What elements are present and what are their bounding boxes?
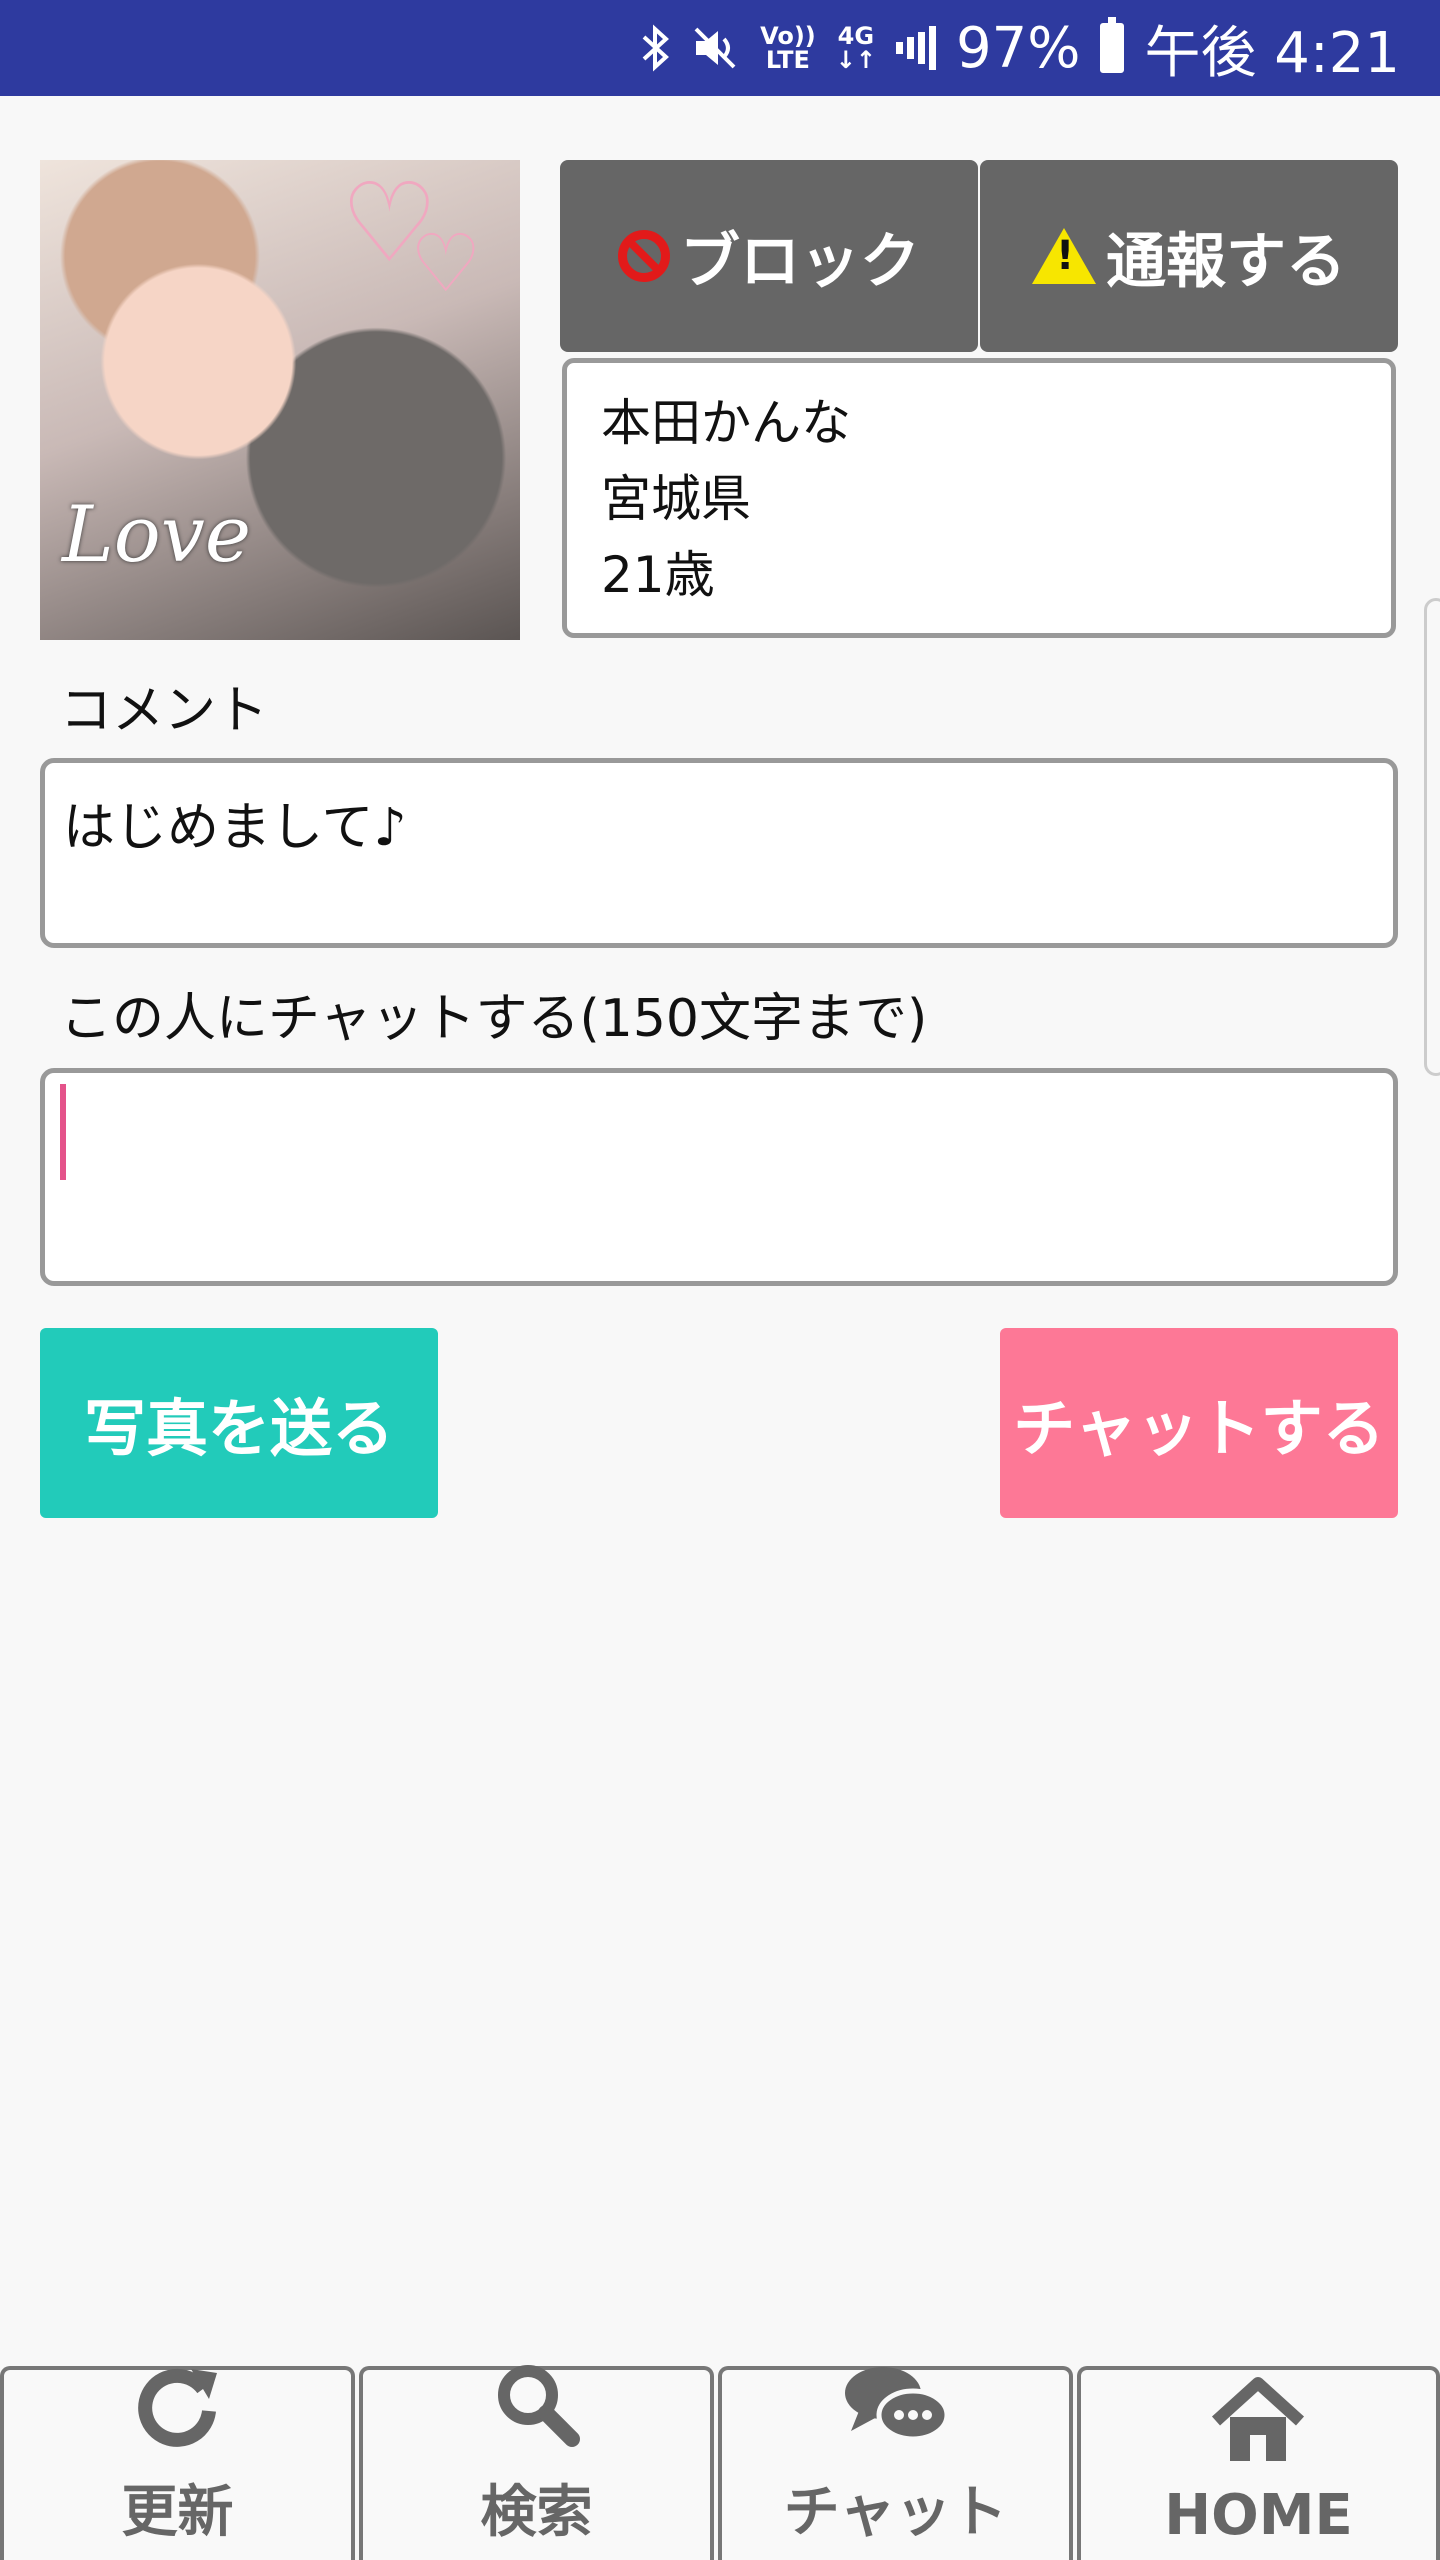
- scrollbar[interactable]: [1424, 598, 1440, 1076]
- home-icon: [1208, 2375, 1308, 2479]
- send-chat-button[interactable]: チャットする: [1000, 1328, 1398, 1518]
- tab-chat[interactable]: チャット: [718, 2366, 1073, 2560]
- heart-decoration-icon: ♡: [410, 217, 482, 310]
- text-caret: [60, 1084, 66, 1180]
- warning-icon: [1032, 228, 1096, 284]
- network-indicator: 4G ↓↑: [835, 22, 876, 74]
- send-photo-button[interactable]: 写真を送る: [40, 1328, 438, 1518]
- comment-text: はじめまして♪: [40, 758, 1398, 948]
- bottom-tab-bar: 更新 検索 チャット HOME: [0, 2365, 1440, 2560]
- mute-icon: [690, 23, 740, 73]
- chat-message-input[interactable]: [40, 1068, 1398, 1286]
- profile-prefecture: 宮城県: [601, 470, 751, 528]
- chat-bubbles-icon: [841, 2359, 951, 2463]
- tab-home-label: HOME: [1164, 2483, 1353, 2548]
- profile-age: 21歳: [601, 546, 715, 604]
- tab-home[interactable]: HOME: [1077, 2366, 1440, 2560]
- tab-search[interactable]: 検索: [359, 2365, 714, 2560]
- profile-name: 本田かんな: [601, 394, 851, 452]
- search-icon: [492, 2359, 582, 2463]
- tab-search-label: 検索: [480, 2480, 593, 2545]
- profile-photo[interactable]: ♡ ♡ Love: [40, 160, 520, 640]
- block-button[interactable]: ブロック: [560, 160, 978, 352]
- profile-info-box: 本田かんな 宮城県 21歳: [562, 358, 1396, 638]
- signal-icon: [895, 26, 936, 70]
- report-button[interactable]: 通報する: [980, 160, 1398, 352]
- tab-chat-label: チャット: [783, 2480, 1008, 2545]
- prohibited-icon: [618, 230, 670, 282]
- status-bar: Vo)) LTE 4G ↓↑ 97% 午後 4:21: [0, 0, 1440, 96]
- refresh-icon: [133, 2359, 223, 2463]
- battery-percent: 97%: [955, 15, 1081, 81]
- report-button-label: 通報する: [1106, 226, 1346, 297]
- clock: 午後 4:21: [1144, 20, 1400, 86]
- tab-refresh-label: 更新: [121, 2480, 234, 2545]
- chat-input-label: この人にチャットする(150文字まで): [60, 989, 928, 1049]
- battery-icon: [1100, 17, 1125, 73]
- volte-indicator: Vo)) LTE: [760, 22, 816, 74]
- bluetooth-icon: [640, 23, 670, 73]
- comment-label: コメント: [60, 681, 269, 741]
- block-button-label: ブロック: [680, 226, 920, 297]
- photo-love-text: Love: [62, 490, 251, 580]
- tab-refresh[interactable]: 更新: [0, 2366, 355, 2560]
